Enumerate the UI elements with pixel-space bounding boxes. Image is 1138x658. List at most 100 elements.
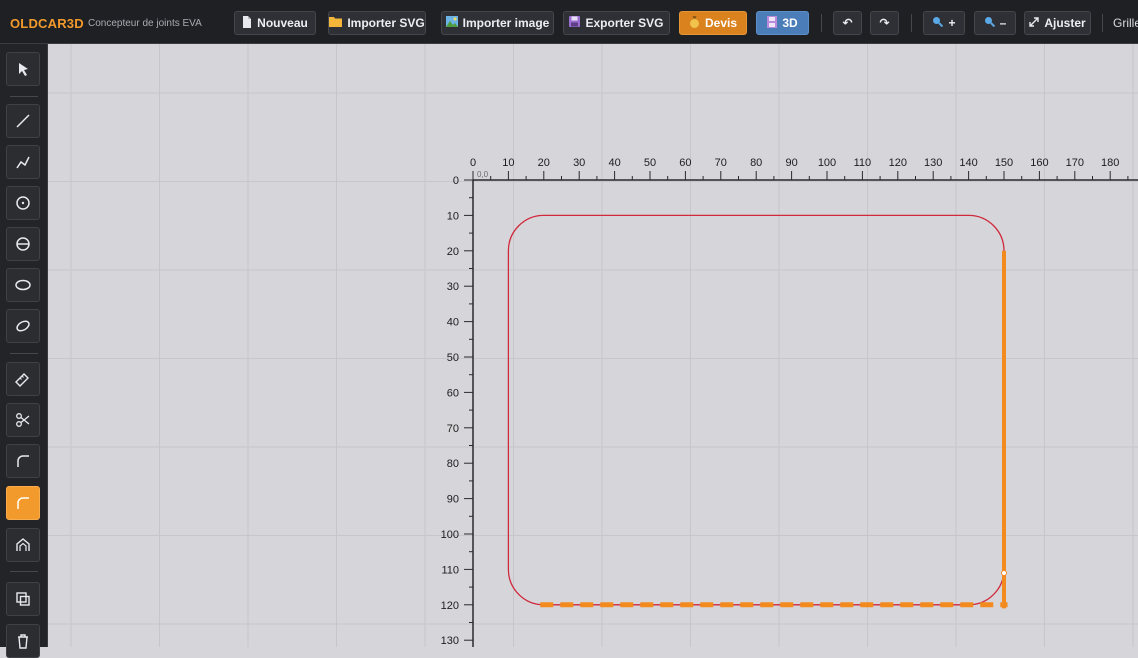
zoom-out-button[interactable]: –: [974, 11, 1016, 35]
line-icon: [16, 114, 30, 128]
corner-round-icon: [17, 497, 29, 509]
selection-highlight[interactable]: [540, 250, 1008, 609]
export-svg-label: Exporter SVG: [585, 16, 664, 30]
tilted-ellipse-tool[interactable]: [6, 309, 40, 343]
y-tick-label: 50: [447, 352, 459, 364]
ruler-icon: [15, 373, 29, 387]
ellipse-tool[interactable]: [6, 268, 40, 302]
zoom-in-label: +: [948, 16, 956, 30]
import-image-label: Importer image: [462, 16, 550, 30]
import-image-button[interactable]: Importer image: [441, 11, 554, 35]
x-tick-label: 30: [573, 157, 585, 169]
fit-button[interactable]: Ajuster: [1024, 11, 1091, 35]
x-tick-label: 160: [1030, 157, 1048, 169]
x-tick-label: 0: [470, 157, 476, 169]
polyline-tool[interactable]: [6, 145, 40, 179]
y-tick-label: 130: [441, 635, 459, 647]
tilted-ellipse-icon: [16, 320, 30, 332]
view-3d-label: 3D: [782, 16, 798, 30]
magnifier-icon: [932, 16, 944, 30]
toolbar-separator: [1102, 14, 1103, 32]
palette-separator: [10, 96, 38, 97]
undo-button[interactable]: ↶: [833, 11, 862, 35]
duplicate-icon: [16, 592, 30, 606]
floppy-disk-icon: [569, 16, 581, 30]
gasket-shape[interactable]: [507, 214, 1005, 606]
new-button-label: Nouveau: [257, 16, 308, 30]
scissors-icon: [16, 413, 30, 427]
duplicate-tool[interactable]: [6, 582, 40, 616]
y-tick-label: 120: [441, 600, 459, 612]
export-svg-button[interactable]: Exporter SVG: [563, 11, 670, 35]
fillet-tool[interactable]: [6, 444, 40, 478]
x-tick-label: 180: [1101, 157, 1119, 169]
view-3d-button[interactable]: 3D: [756, 11, 809, 35]
line-tool[interactable]: [6, 104, 40, 138]
origin-label: 0,0: [477, 170, 489, 179]
x-tick-label: 130: [924, 157, 942, 169]
film-icon: [767, 15, 778, 31]
tool-palette: [0, 44, 48, 658]
import-svg-button[interactable]: Importer SVG: [328, 11, 426, 35]
redo-icon: ↷: [879, 16, 890, 30]
x-tick-label: 110: [854, 157, 872, 169]
circle-tool[interactable]: [6, 186, 40, 220]
fillet-active-tool[interactable]: [6, 486, 40, 520]
x-tick-label: 100: [818, 157, 836, 169]
magnifier-icon: [984, 16, 995, 30]
quote-button[interactable]: Devis: [679, 11, 747, 35]
shape-outline: [507, 214, 1005, 606]
y-tick-label: 110: [441, 564, 459, 576]
x-tick-label: 90: [785, 157, 797, 169]
select-tool[interactable]: [6, 52, 40, 86]
toolbar-separator: [911, 14, 912, 32]
x-tick-label: 40: [608, 157, 620, 169]
redo-button[interactable]: ↷: [870, 11, 899, 35]
x-tick-label: 150: [995, 157, 1013, 169]
x-tick-label: 170: [1066, 157, 1084, 169]
document-icon: [242, 15, 252, 31]
import-svg-label: Importer SVG: [347, 16, 425, 30]
polyline-icon: [16, 156, 30, 169]
expand-arrows-icon: [1029, 16, 1040, 30]
y-tick-label: 40: [447, 317, 459, 329]
selection-handle: [1001, 569, 1007, 576]
y-tick-label: 100: [441, 529, 459, 541]
picture-icon: [445, 16, 458, 30]
canvas-svg[interactable]: 0 10 20 30 40 50 60 70 80 90 100 110 120 130 140 150 160…: [48, 44, 1138, 647]
toolbar-separator: [821, 14, 822, 32]
x-tick-label: 50: [644, 157, 656, 169]
top-toolbar: OLDCAR3D Concepteur de joints EVA Nouvea…: [0, 0, 1138, 44]
trash-icon: [18, 634, 28, 649]
arch-icon: [16, 538, 30, 551]
arch-tool[interactable]: [6, 528, 40, 562]
circle-icon: [16, 196, 30, 210]
x-tick-label: 80: [750, 157, 762, 169]
ellipse-icon: [15, 279, 31, 291]
x-tick-label: 20: [538, 157, 550, 169]
corner-round-icon: [17, 455, 29, 467]
y-tick-label: 90: [447, 494, 459, 506]
cut-tool[interactable]: [6, 403, 40, 437]
measure-tool[interactable]: [6, 362, 40, 396]
x-tick-label: 120: [889, 157, 907, 169]
grid-toggle[interactable]: Grille: [1113, 16, 1138, 30]
x-tick-label: 70: [715, 157, 727, 169]
circle-diameter-tool[interactable]: [6, 227, 40, 261]
palette-separator: [10, 571, 38, 572]
grid: [48, 44, 1138, 647]
delete-tool[interactable]: [6, 624, 40, 658]
palette-separator: [10, 353, 38, 354]
y-tick-label: 20: [447, 246, 459, 258]
zoom-out-label: –: [999, 16, 1007, 30]
new-button[interactable]: Nouveau: [234, 11, 316, 35]
drawing-canvas[interactable]: 0 10 20 30 40 50 60 70 80 90 100 110 120 130 140 150 160…: [48, 44, 1138, 647]
y-tick-label: 60: [447, 387, 459, 399]
circle-diameter-icon: [16, 237, 30, 251]
folder-icon: [329, 16, 343, 30]
quote-button-label: Devis: [704, 16, 738, 30]
zoom-in-button[interactable]: +: [923, 11, 965, 35]
app-subtitle: Concepteur de joints EVA: [88, 18, 202, 29]
money-bag-icon: [689, 15, 700, 31]
y-tick-label: 10: [447, 210, 459, 222]
